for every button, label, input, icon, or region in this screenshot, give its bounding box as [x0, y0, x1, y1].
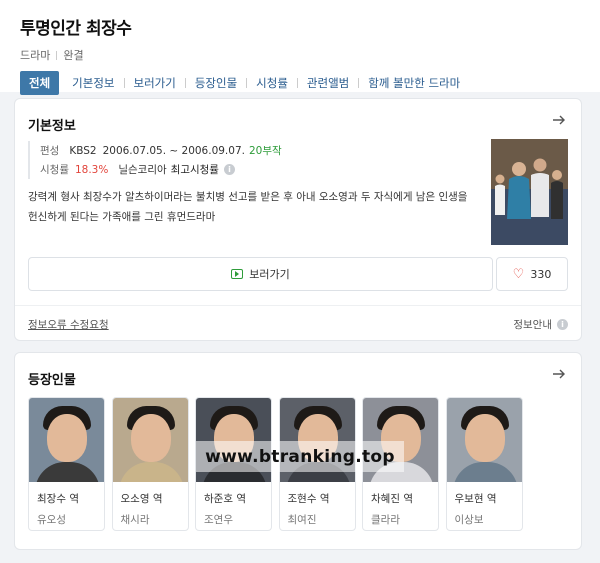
- watch-label: 보러가기: [249, 268, 290, 281]
- rating-value: 18.3%: [74, 163, 109, 176]
- cast-photo: [112, 398, 188, 482]
- tab-basic-info[interactable]: 기본정보: [63, 71, 123, 95]
- cast-role: 우보현 역: [454, 493, 497, 505]
- cast-item[interactable]: 우보현 역 이상보: [445, 397, 523, 531]
- cast-role: 오소영 역: [120, 493, 163, 505]
- subinfo-divider: [56, 50, 58, 60]
- tab-ratings[interactable]: 시청률: [247, 71, 297, 95]
- tab-bar: 전체 기본정보 보러가기 등장인물 시청률 관련앨범 함께 볼만한 드라마: [20, 71, 580, 95]
- play-icon: [231, 269, 244, 279]
- cast-photo: [29, 398, 104, 482]
- tab-cast[interactable]: 등장인물: [186, 71, 246, 95]
- report-error-link[interactable]: 정보오류 수정요청: [28, 317, 109, 332]
- info-icon[interactable]: i: [223, 164, 235, 175]
- info-icon: i: [557, 319, 568, 330]
- arrow-right-icon[interactable]: [551, 112, 567, 128]
- synopsis-text: 강력계 형사 최장수가 알츠하이머라는 불치병 선고를 받은 후 아내 오소영과…: [28, 191, 468, 223]
- cast-actor: 조연우: [204, 514, 233, 526]
- cast-role: 하준호 역: [204, 493, 246, 505]
- watch-button[interactable]: 보러가기: [28, 257, 493, 291]
- cast-photo: [446, 398, 522, 482]
- info-guide-label: 정보안내: [513, 319, 552, 331]
- period-value: 2006.07.05. ~ 2006.09.07.: [102, 144, 245, 157]
- broadcast-row: 편성 KBS2 2006.07.05. ~ 2006.09.07. 20부작: [40, 141, 488, 160]
- status-label: 완결: [63, 49, 84, 62]
- cast-actor: 최여진: [287, 514, 317, 526]
- tab-similar-dramas[interactable]: 함께 볼만한 드라마: [359, 71, 469, 95]
- rating-label: 시청률: [40, 164, 69, 176]
- drama-subinfo: 드라마 완결: [20, 47, 580, 63]
- tab-all[interactable]: 전체: [20, 71, 60, 95]
- cast-role: 조현수 역: [287, 493, 330, 505]
- basic-info-card: 기본정보 편성 KBS2 2006.07.05. ~ 2006.09.07. 2…: [14, 98, 582, 341]
- cast-role: 최장수 역: [37, 493, 79, 505]
- info-section: 편성 KBS2 2006.07.05. ~ 2006.09.07. 20부작 시…: [28, 141, 488, 227]
- cast-role: 차혜진 역: [371, 493, 413, 505]
- basic-info-title: 기본정보: [28, 119, 76, 134]
- cast-item[interactable]: 최장수 역 유오성: [28, 397, 105, 531]
- drama-header: 투명인간 최장수 드라마 완결 전체 기본정보 보러가기 등장인물 시청률 관련…: [0, 0, 600, 95]
- cast-actor: 클라라: [371, 514, 400, 526]
- card-divider: [15, 305, 581, 306]
- like-button[interactable]: ♡ 330: [496, 257, 568, 291]
- tab-albums[interactable]: 관련앨범: [298, 71, 358, 95]
- episodes-value: 20부작: [248, 145, 282, 157]
- like-count: 330: [530, 267, 552, 281]
- info-guide-link[interactable]: 정보안내 i: [513, 317, 568, 332]
- rating-row: 시청률 18.3% 닐슨코리아 최고시청률 i: [40, 160, 488, 179]
- cast-actor: 유오성: [37, 514, 66, 526]
- arrow-right-icon[interactable]: [551, 366, 567, 382]
- cast-item[interactable]: 오소영 역 채시라: [111, 397, 189, 531]
- genre-label: 드라마: [20, 49, 51, 62]
- cast-actor: 이상보: [454, 514, 484, 526]
- heart-icon: ♡: [512, 266, 525, 282]
- rating-source[interactable]: 닐슨코리아: [118, 162, 166, 177]
- poster-image[interactable]: [491, 139, 568, 245]
- cast-actor: 채시라: [120, 514, 150, 526]
- channel-value: KBS2: [69, 144, 97, 157]
- info-block: 편성 KBS2 2006.07.05. ~ 2006.09.07. 20부작 시…: [28, 141, 488, 179]
- broadcast-label: 편성: [40, 145, 60, 157]
- watermark: www.btranking.top: [196, 441, 404, 472]
- tab-watch[interactable]: 보러가기: [125, 71, 185, 95]
- cast-title: 등장인물: [28, 373, 76, 388]
- rating-type: 최고시청률: [170, 164, 219, 176]
- page-title: 투명인간 최장수: [20, 19, 132, 39]
